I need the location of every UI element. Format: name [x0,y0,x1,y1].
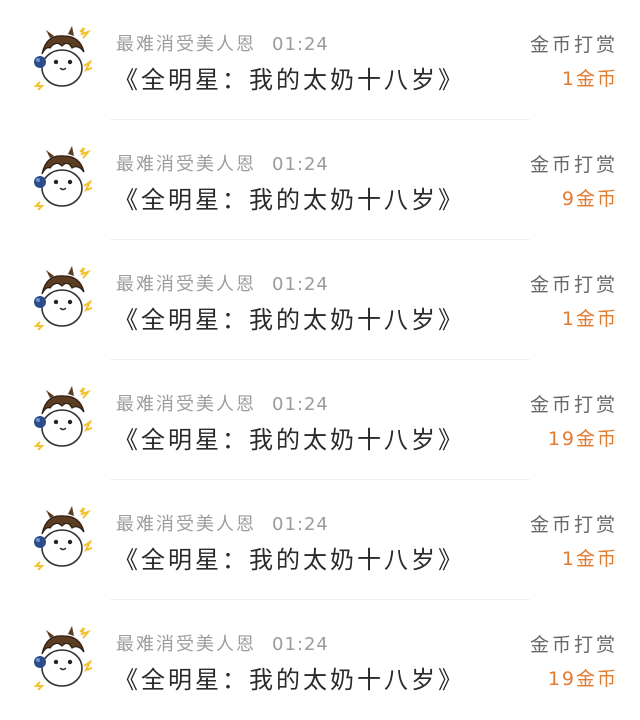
reward-amount: 19金币 [547,428,618,450]
list-item[interactable]: 最难消受美人恩 01:24 《全明星：我的太奶十八岁》 金币打赏 19金币 [0,360,640,480]
reward-type: 金币打赏 [529,154,618,176]
item-meta: 最难消受美人恩 01:24 [116,270,329,296]
timestamp: 01:24 [272,394,329,415]
username[interactable]: 最难消受美人恩 [116,34,256,55]
list-item[interactable]: 最难消受美人恩 01:24 《全明星：我的太奶十八岁》 金币打赏 1金币 [0,240,640,360]
list-item[interactable]: 最难消受美人恩 01:24 《全明星：我的太奶十八岁》 金币打赏 1金币 [0,480,640,600]
book-title[interactable]: 《全明星：我的太奶十八岁》 [114,420,465,455]
reward-amount: 19金币 [547,668,618,690]
avatar[interactable] [28,144,94,211]
book-title[interactable]: 《全明星：我的太奶十八岁》 [114,660,465,695]
item-meta: 最难消受美人恩 01:24 [116,390,329,416]
cartoon-avatar-icon [33,386,93,451]
timestamp: 01:24 [272,514,329,535]
book-title[interactable]: 《全明星：我的太奶十八岁》 [114,60,465,95]
list-item[interactable]: 最难消受美人恩 01:24 《全明星：我的太奶十八岁》 金币打赏 1金币 [0,0,640,120]
book-title[interactable]: 《全明星：我的太奶十八岁》 [114,540,465,575]
avatar[interactable] [28,24,94,91]
item-meta: 最难消受美人恩 01:24 [116,510,329,536]
list-item[interactable]: 最难消受美人恩 01:24 《全明星：我的太奶十八岁》 金币打赏 9金币 [0,120,640,240]
reward-type: 金币打赏 [529,514,618,536]
avatar[interactable] [28,504,94,571]
item-meta: 最难消受美人恩 01:24 [116,30,329,56]
reward-list: 最难消受美人恩 01:24 《全明星：我的太奶十八岁》 金币打赏 1金币 最难消… [0,0,640,720]
username[interactable]: 最难消受美人恩 [116,634,256,655]
timestamp: 01:24 [272,274,329,295]
cartoon-avatar-icon [33,266,93,331]
item-meta: 最难消受美人恩 01:24 [116,150,329,176]
timestamp: 01:24 [272,34,329,55]
username[interactable]: 最难消受美人恩 [116,394,256,415]
reward-amount: 1金币 [561,548,618,570]
cartoon-avatar-icon [33,146,93,211]
cartoon-avatar-icon [33,506,93,571]
reward-type: 金币打赏 [529,394,618,416]
reward-amount: 9金币 [561,188,618,210]
username[interactable]: 最难消受美人恩 [116,514,256,535]
reward-type: 金币打赏 [529,274,618,296]
username[interactable]: 最难消受美人恩 [116,274,256,295]
reward-amount: 1金币 [561,308,618,330]
reward-type: 金币打赏 [529,34,618,56]
cartoon-avatar-icon [33,626,93,691]
avatar[interactable] [28,264,94,331]
book-title[interactable]: 《全明星：我的太奶十八岁》 [114,180,465,215]
username[interactable]: 最难消受美人恩 [116,154,256,175]
timestamp: 01:24 [272,634,329,655]
item-meta: 最难消受美人恩 01:24 [116,630,329,656]
reward-type: 金币打赏 [529,634,618,656]
avatar[interactable] [28,624,94,691]
reward-amount: 1金币 [561,68,618,90]
avatar[interactable] [28,384,94,451]
cartoon-avatar-icon [33,26,93,91]
timestamp: 01:24 [272,154,329,175]
book-title[interactable]: 《全明星：我的太奶十八岁》 [114,300,465,335]
list-item[interactable]: 最难消受美人恩 01:24 《全明星：我的太奶十八岁》 金币打赏 19金币 [0,600,640,720]
